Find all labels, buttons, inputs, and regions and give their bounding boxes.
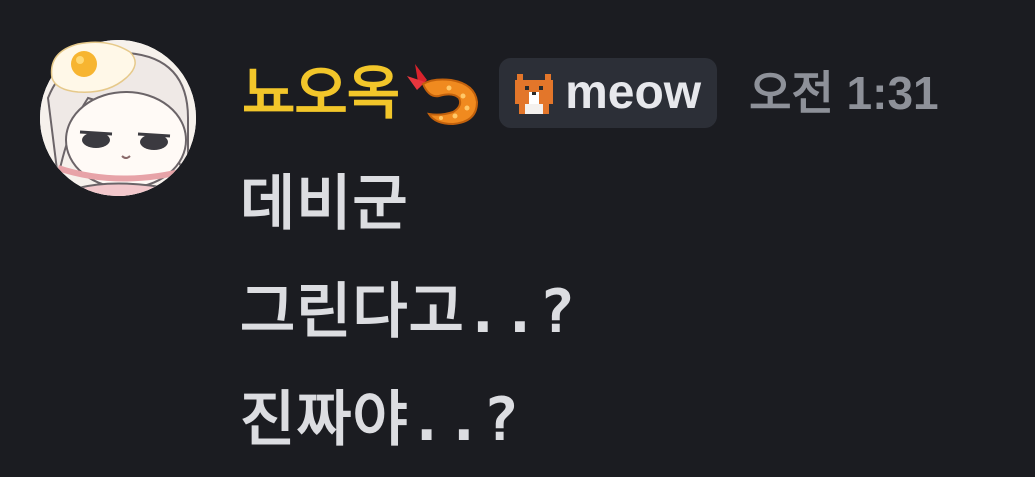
chat-message: 뇨오옥 meow 오전 1:31 데비군 그린다고..? 진짜야..? xyxy=(0,0,1035,477)
message-line: 데비군 xyxy=(240,169,409,239)
user-avatar[interactable] xyxy=(38,38,198,198)
message-header: 뇨오옥 meow 오전 1:31 xyxy=(242,52,939,134)
message-line: 진짜야..? xyxy=(240,385,520,455)
egg-hat-anime-avatar-icon xyxy=(40,40,196,196)
server-tag[interactable]: meow xyxy=(499,58,718,128)
message-timestamp[interactable]: 오전 1:31 xyxy=(749,70,939,116)
message-line: 그린다고..? xyxy=(240,277,577,347)
username[interactable]: 뇨오옥 xyxy=(242,64,400,122)
server-tag-label: meow xyxy=(565,66,702,119)
pixel-cat-icon xyxy=(511,70,557,116)
message-content: 데비군 그린다고..? 진짜야..? xyxy=(240,150,576,474)
fried-shrimp-icon xyxy=(401,58,485,128)
